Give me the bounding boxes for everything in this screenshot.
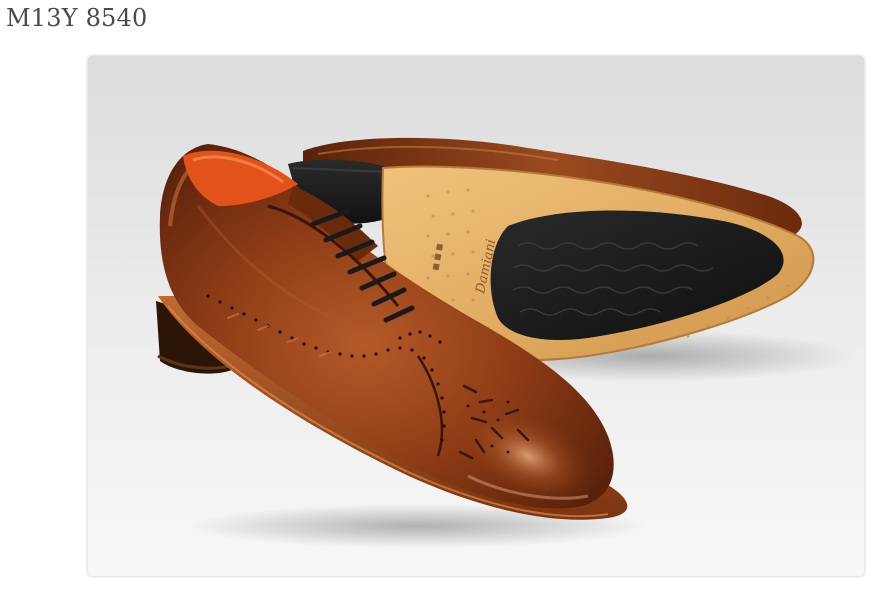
- shoes-illustration: Damiani: [88, 56, 864, 576]
- product-image[interactable]: Damiani: [88, 56, 864, 576]
- product-page: M13Y 8540 Damiani: [0, 0, 886, 600]
- product-title: M13Y 8540: [6, 4, 148, 32]
